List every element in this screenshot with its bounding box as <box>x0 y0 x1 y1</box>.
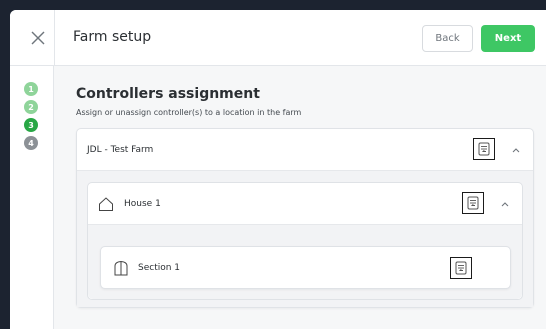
house-header[interactable]: House 1 <box>88 183 522 225</box>
farm-item: JDL - Test Farm House 1 Section 1 <box>76 128 534 308</box>
section-assign-controller-button[interactable] <box>450 257 472 279</box>
assign-controller-icon <box>455 261 467 275</box>
house-name: House 1 <box>124 199 161 209</box>
house-assign-controller-button[interactable] <box>462 192 484 214</box>
farm-body: House 1 Section 1 <box>77 171 533 307</box>
house-item: House 1 Section 1 <box>87 182 523 300</box>
farm-header[interactable]: JDL - Test Farm <box>77 129 533 171</box>
farm-assign-controller-button[interactable] <box>473 138 495 160</box>
section-name: Section 1 <box>138 263 181 273</box>
assign-controller-icon <box>467 196 479 210</box>
close-button[interactable] <box>26 26 50 50</box>
farm-collapse-button[interactable] <box>509 143 523 157</box>
main-content: Controllers assignment Assign or unassig… <box>54 66 546 329</box>
window-edge <box>0 0 10 329</box>
chevron-up-icon <box>512 148 520 153</box>
section-icon <box>114 260 128 276</box>
close-icon <box>31 31 45 45</box>
farm-name: JDL - Test Farm <box>87 145 154 155</box>
step-4: 4 <box>24 136 38 150</box>
chevron-up-icon <box>501 202 509 207</box>
top-bar: Farm setup Back Next <box>10 10 546 66</box>
step-indicator: 1 2 3 4 <box>10 66 54 329</box>
step-2: 2 <box>24 100 38 114</box>
app-window: Farm setup Back Next 1 2 3 4 Controllers… <box>10 10 546 329</box>
next-button[interactable]: Next <box>481 25 535 52</box>
back-button[interactable]: Back <box>422 25 473 52</box>
section-item: Section 1 <box>100 246 511 289</box>
section-subtitle: Assign or unassign controller(s) to a lo… <box>76 108 302 117</box>
controllers-assignment-panel: Controllers assignment Assign or unassig… <box>66 76 537 316</box>
section-title: Controllers assignment <box>76 86 260 102</box>
house-collapse-button[interactable] <box>498 197 512 211</box>
assign-controller-icon <box>478 142 490 156</box>
house-body: Section 1 <box>88 225 522 299</box>
step-1: 1 <box>24 82 38 96</box>
page-title: Farm setup <box>73 29 152 45</box>
house-icon <box>99 197 113 211</box>
topbar-divider <box>54 10 55 66</box>
step-3: 3 <box>24 118 38 132</box>
